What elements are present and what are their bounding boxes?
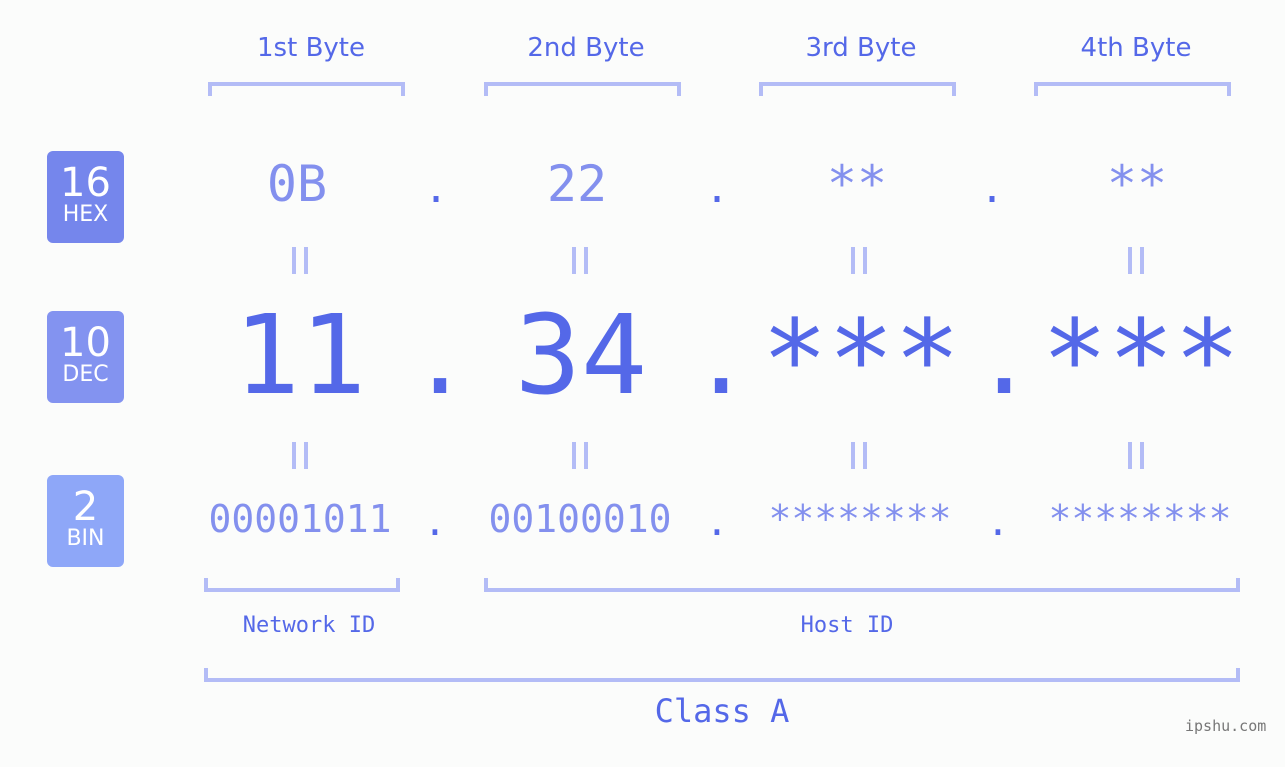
byte-bracket-1 xyxy=(208,82,405,96)
dec-byte-4: *** xyxy=(1041,296,1241,424)
hex-byte-2: 22 xyxy=(546,155,608,213)
host-id-bracket xyxy=(484,578,1240,592)
hex-byte-4: ** xyxy=(1106,155,1168,213)
byte-label-2: 2nd Byte xyxy=(527,33,645,63)
bin-byte-1: 00001011 xyxy=(208,497,392,541)
hex-badge-label: HEX xyxy=(62,202,109,227)
dec-byte-3: *** xyxy=(761,296,961,424)
hex-separator-1: . xyxy=(423,166,449,212)
class-bracket xyxy=(204,668,1240,682)
dec-separator-3: . xyxy=(974,300,1035,417)
equals-icon xyxy=(851,442,867,469)
watermark: ipshu.com xyxy=(1185,717,1267,735)
hex-badge-number: 16 xyxy=(60,160,111,206)
equals-icon xyxy=(292,442,308,469)
dec-separator-2: . xyxy=(691,300,752,417)
bin-byte-4: ******** xyxy=(1048,497,1232,541)
bin-byte-3: ******** xyxy=(768,497,952,541)
bin-badge-number: 2 xyxy=(72,484,99,530)
hex-byte-1: 0B xyxy=(266,155,328,213)
bin-byte-2: 00100010 xyxy=(488,497,672,541)
dec-badge: 10 DEC xyxy=(47,311,124,403)
hex-byte-3: ** xyxy=(826,155,888,213)
equals-icon xyxy=(851,247,867,274)
byte-bracket-3 xyxy=(759,82,956,96)
network-id-bracket xyxy=(204,578,400,592)
equals-icon xyxy=(572,247,588,274)
byte-bracket-2 xyxy=(484,82,681,96)
dec-badge-label: DEC xyxy=(62,362,109,387)
hex-separator-3: . xyxy=(979,166,1005,212)
equals-icon xyxy=(1128,247,1144,274)
dec-separator-1: . xyxy=(410,300,471,417)
byte-label-4: 4th Byte xyxy=(1080,33,1192,63)
host-id-label: Host ID xyxy=(800,613,894,638)
equals-icon xyxy=(572,442,588,469)
byte-bracket-4 xyxy=(1034,82,1231,96)
class-label: Class A xyxy=(654,692,790,730)
dec-badge-number: 10 xyxy=(60,320,111,366)
hex-separator-2: . xyxy=(704,166,730,212)
dec-byte-2: 34 xyxy=(514,291,648,419)
bin-separator-2: . xyxy=(705,500,729,544)
equals-icon xyxy=(1128,442,1144,469)
byte-label-1: 1st Byte xyxy=(257,33,365,63)
bin-badge-label: BIN xyxy=(66,526,105,551)
bin-badge: 2 BIN xyxy=(47,475,124,567)
bin-separator-3: . xyxy=(986,500,1010,544)
dec-byte-1: 11 xyxy=(233,291,367,419)
byte-label-3: 3rd Byte xyxy=(805,33,917,63)
hex-badge: 16 HEX xyxy=(47,151,124,243)
bin-separator-1: . xyxy=(423,500,447,544)
network-id-label: Network ID xyxy=(242,613,376,638)
equals-icon xyxy=(292,247,308,274)
